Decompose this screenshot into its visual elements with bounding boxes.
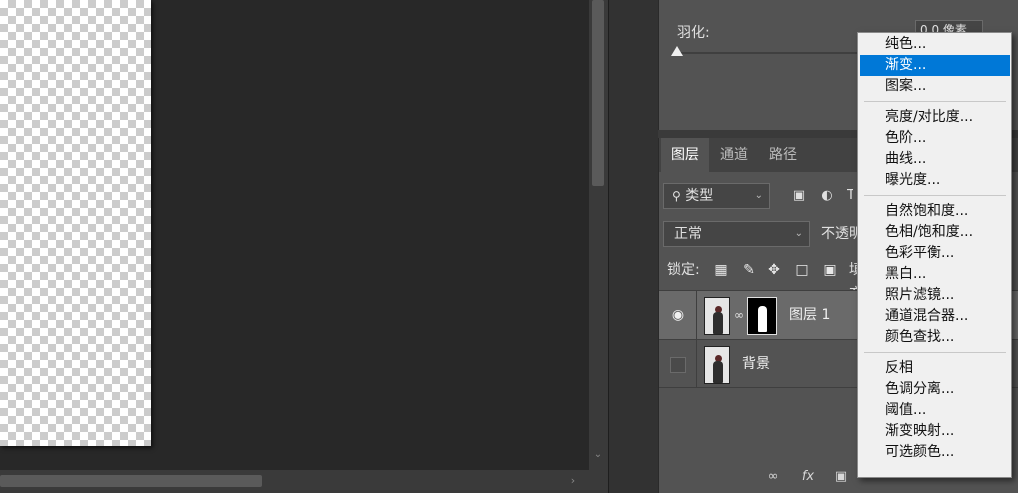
tab-channels[interactable]: 通道 bbox=[710, 138, 758, 172]
thumbnail-figure bbox=[713, 312, 723, 334]
lock-position-icon[interactable]: ✥ bbox=[766, 262, 782, 278]
layer-name[interactable]: 背景 bbox=[742, 340, 770, 388]
menu-item[interactable]: 可选颜色... bbox=[860, 442, 1010, 463]
menu-item[interactable]: 自然饱和度... bbox=[860, 201, 1010, 222]
adjustment-filter-icon[interactable]: ◐ bbox=[819, 188, 835, 204]
search-icon: ⚲ bbox=[672, 189, 681, 203]
blend-mode-label: 正常 bbox=[674, 226, 702, 242]
tab-layers[interactable]: 图层 bbox=[661, 138, 709, 172]
mask-silhouette bbox=[758, 306, 767, 332]
lock-label: 锁定: bbox=[667, 262, 700, 278]
layer-mask-thumbnail[interactable] bbox=[747, 297, 777, 335]
layer-thumbnail[interactable] bbox=[704, 346, 730, 384]
scroll-down-arrow-icon[interactable]: ⌄ bbox=[592, 448, 604, 462]
lock-artboard-icon[interactable]: □ bbox=[794, 262, 810, 278]
scroll-right-arrow-icon[interactable]: › bbox=[566, 473, 580, 489]
layer-name[interactable]: 图层 1 bbox=[789, 291, 830, 339]
menu-item[interactable]: 颜色查找... bbox=[860, 327, 1010, 348]
blend-mode-select[interactable]: 正常 ⌄ bbox=[663, 221, 810, 247]
fx-icon[interactable]: fx bbox=[799, 469, 817, 485]
menu-separator bbox=[864, 101, 1006, 102]
link-layers-icon[interactable]: ∞ bbox=[764, 469, 782, 485]
menu-item[interactable]: 渐变... bbox=[860, 55, 1010, 76]
feather-slider-thumb[interactable] bbox=[671, 46, 683, 56]
lock-all-icon[interactable]: ▣ bbox=[822, 262, 838, 278]
horizontal-scrollbar-thumb[interactable] bbox=[0, 475, 262, 487]
vertical-scrollbar[interactable]: ⌄ bbox=[589, 0, 608, 470]
chevron-down-icon: ⌄ bbox=[754, 190, 763, 201]
menu-separator bbox=[864, 195, 1006, 196]
menu-item[interactable]: 色相/饱和度... bbox=[860, 222, 1010, 243]
menu-item[interactable]: 纯色... bbox=[860, 34, 1010, 55]
mask-link-icon[interactable]: ∞ bbox=[733, 307, 745, 323]
document-canvas-area[interactable] bbox=[0, 0, 589, 470]
horizontal-scrollbar[interactable]: › bbox=[0, 470, 589, 493]
menu-item[interactable]: 色彩平衡... bbox=[860, 243, 1010, 264]
menu-item[interactable]: 图案... bbox=[860, 76, 1010, 97]
lock-image-pixels-icon[interactable]: ✎ bbox=[741, 262, 757, 278]
layer-thumbnail[interactable] bbox=[704, 297, 730, 335]
add-mask-icon[interactable]: ▣ bbox=[832, 469, 850, 485]
image-filter-icon[interactable]: ▣ bbox=[791, 188, 807, 204]
visibility-cell[interactable]: ◉ bbox=[659, 291, 697, 339]
menu-item[interactable]: 曝光度... bbox=[860, 170, 1010, 191]
dock-collapsed-strip bbox=[608, 0, 658, 493]
eye-icon[interactable]: ◉ bbox=[669, 307, 687, 323]
visibility-toggle-box[interactable] bbox=[670, 357, 686, 373]
menu-item[interactable]: 色阶... bbox=[860, 128, 1010, 149]
menu-item[interactable]: 色调分离... bbox=[860, 379, 1010, 400]
chevron-down-icon: ⌄ bbox=[794, 228, 803, 239]
menu-item[interactable]: 照片滤镜... bbox=[860, 285, 1010, 306]
menu-item[interactable]: 亮度/对比度... bbox=[860, 107, 1010, 128]
fill-adjustment-layer-menu: 纯色... 渐变... 图案... 亮度/对比度... 色阶... 曲线... 曝光度...… bbox=[857, 32, 1012, 478]
menu-item[interactable]: 黑白... bbox=[860, 264, 1010, 285]
menu-item[interactable]: 渐变映射... bbox=[860, 421, 1010, 442]
filter-type-label: 类型 bbox=[685, 188, 714, 204]
menu-item[interactable]: 反相 bbox=[860, 358, 1010, 379]
lock-transparent-pixels-icon[interactable]: ▦ bbox=[713, 262, 729, 278]
thumbnail-figure bbox=[713, 361, 723, 383]
visibility-cell[interactable] bbox=[659, 340, 697, 388]
tab-paths[interactable]: 路径 bbox=[759, 138, 807, 172]
menu-item[interactable]: 曲线... bbox=[860, 149, 1010, 170]
filter-type-select[interactable]: ⚲ 类型 ⌄ bbox=[663, 183, 770, 209]
scroll-corner bbox=[589, 470, 608, 493]
type-filter-icon[interactable]: T bbox=[847, 188, 853, 204]
menu-separator bbox=[864, 352, 1006, 353]
menu-item[interactable]: 阈值... bbox=[860, 400, 1010, 421]
feather-label: 羽化: bbox=[677, 25, 710, 41]
menu-item[interactable]: 通道混合器... bbox=[860, 306, 1010, 327]
transparent-canvas[interactable] bbox=[0, 0, 151, 446]
vertical-scrollbar-thumb[interactable] bbox=[592, 0, 604, 186]
